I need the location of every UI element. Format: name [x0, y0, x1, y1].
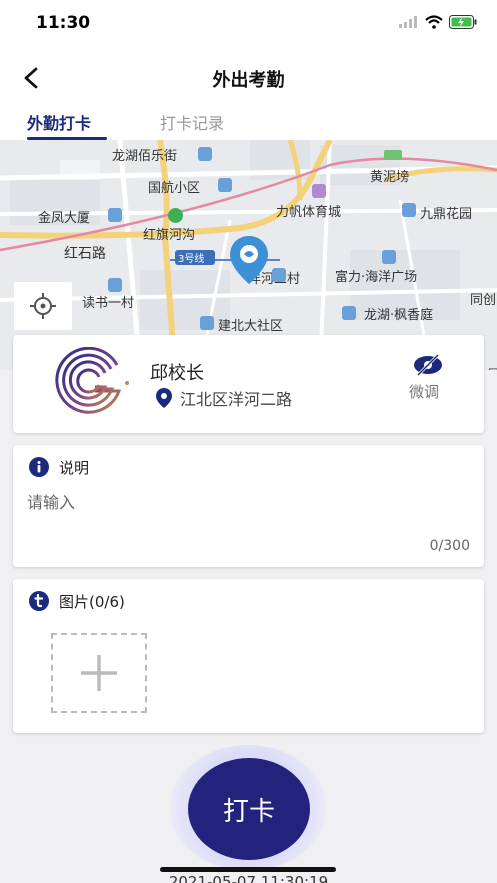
map-label: 龙湖佰乐街	[112, 149, 178, 164]
map-label: 黄泥塝	[370, 170, 410, 185]
poi-icon	[218, 178, 232, 192]
map-label: 九鼎花园	[420, 207, 473, 222]
location-address: 江北区洋河二路	[180, 390, 293, 409]
signal-icon	[399, 16, 417, 28]
poi-icon	[382, 250, 396, 264]
nav-bar: 外出考勤	[0, 50, 497, 106]
map-label: 龙湖·枫香庭	[364, 308, 434, 323]
status-bar: 11:30	[0, 0, 497, 50]
tab-checkin-records[interactable]: 打卡记录	[160, 110, 224, 134]
description-card: 说明 0/300	[13, 445, 484, 567]
map-label: 同创	[470, 293, 497, 308]
add-photo-button[interactable]	[51, 633, 147, 713]
locate-button[interactable]	[14, 282, 72, 330]
company-logo	[55, 347, 129, 414]
poi-icon	[312, 184, 326, 198]
battery-charging-icon	[449, 15, 477, 29]
status-icons	[399, 15, 477, 29]
poi-icon	[108, 278, 122, 292]
description-input[interactable]	[27, 493, 467, 512]
status-time: 11:30	[36, 13, 91, 33]
wifi-icon	[425, 15, 443, 29]
poi-icon	[402, 203, 416, 217]
info-icon	[29, 457, 49, 477]
page-title: 外出考勤	[212, 70, 285, 91]
location-card: 邱校长 江北区洋河二路 微调	[13, 335, 484, 433]
tab-field-checkin[interactable]: 外勤打卡	[27, 110, 91, 134]
photo-label: 图片(0/6)	[59, 593, 125, 611]
photo-card: 图片(0/6)	[13, 579, 484, 733]
picture-t-icon	[29, 591, 49, 611]
map-label: 力帆体育城	[276, 205, 342, 220]
locate-crosshair-icon	[30, 293, 56, 319]
map-label: 金凤大厦	[38, 211, 91, 226]
map-pin-icon[interactable]	[227, 234, 271, 286]
map-label: 读书一村	[82, 296, 135, 311]
map-label: 国航小区	[148, 181, 201, 196]
poi-icon	[342, 306, 356, 320]
poi-icon	[198, 147, 212, 161]
map-label: 建北大社区	[218, 319, 284, 334]
char-counter: 0/300	[429, 538, 470, 554]
map-label: 红旗河沟	[143, 228, 196, 243]
checkin-button[interactable]: 打卡	[188, 758, 310, 860]
metro-station-icon	[168, 208, 183, 223]
map-label: 星鼎	[487, 364, 497, 370]
location-name: 邱校长	[150, 363, 204, 384]
plus-icon	[81, 655, 117, 691]
map-label: 红石路	[64, 246, 106, 262]
description-label: 说明	[59, 459, 90, 477]
map-label: 富力·海洋广场	[335, 270, 418, 285]
home-indicator	[160, 867, 336, 872]
checkin-datetime: 2021-05-07 11:30:19	[168, 873, 329, 883]
poi-icon	[272, 268, 286, 282]
poi-icon	[200, 316, 214, 330]
eye-slash-icon[interactable]	[413, 353, 443, 377]
location-pin-icon	[156, 388, 172, 408]
poi-icon	[384, 150, 402, 160]
adjust-button-label[interactable]: 微调	[409, 381, 439, 402]
metro-line-label: 3号线	[178, 254, 205, 265]
poi-icon	[108, 208, 122, 222]
tab-bar: 外勤打卡 打卡记录	[0, 106, 497, 140]
